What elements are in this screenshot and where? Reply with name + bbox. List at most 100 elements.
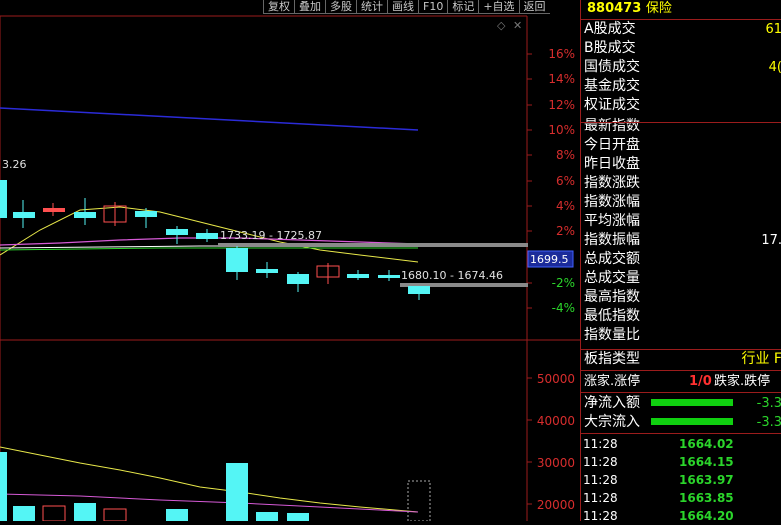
vol-ma10-line [0,493,419,513]
tick-time: 11:28 [583,509,618,523]
candle [287,274,309,284]
vol-tick-label: 20000 [537,498,575,512]
draw-line-button[interactable]: 画线 [387,0,418,14]
back-button[interactable]: 返回 [518,0,550,14]
vol-tick: 40000 [527,414,575,428]
volume-bar [103,508,127,521]
tick-price: 1664.20 [679,509,734,523]
candle [256,269,278,273]
panel-divider [581,392,781,393]
kline-chart[interactable]: ◇ ✕ 16% 14% 12% 10% 8% 6% 4% 2% -2% -4% … [0,0,580,521]
chart-toolbar: 复权 叠加 多股 统计 画线 F10 标记 +自选 返回 [263,0,550,14]
pct-tick-label: 14% [548,72,575,86]
pct-tick-label: 8% [556,148,575,162]
pct-tick: 16% [527,47,575,61]
close-icon[interactable]: ✕ [513,19,522,32]
tick-row: 11:28 1663.85 [581,489,781,507]
volume-bar [0,452,7,521]
tick-price: 1664.15 [679,455,734,469]
quote-row-label: 总成交额 [584,251,640,267]
down-count-label: 跌家.跌停 [714,374,771,389]
net-inflow-value: -3.3 [756,396,781,411]
candle [0,180,7,218]
quote-row-label: 权证成交 [584,97,640,113]
sector-type-value: 行业 F [741,351,781,367]
candle [378,275,400,278]
candle [347,274,369,278]
pct-tick-label: -4% [552,301,575,315]
block-inflow-bar [651,418,733,425]
pct-axis: 16% 14% 12% 10% 8% 6% 4% 2% -2% -4% [527,47,575,315]
panel-divider [581,370,781,371]
multi-stock-button[interactable]: 多股 [325,0,356,14]
pct-tick-label: 16% [548,47,575,61]
sector-type-label: 板指类型 [584,351,640,367]
quote-row-label: 今日开盘 [584,137,640,153]
pct-tick-label: 10% [548,123,575,137]
quote-row-label: A股成交 [584,21,636,37]
pct-tick: -2% [527,276,575,290]
vol-tick: 20000 [527,498,575,512]
pct-tick: 10% [527,123,575,137]
pct-tick-label: -2% [552,276,575,290]
range-annotation-lower: 1680.10 - 1674.46 [401,269,503,282]
diamond-icon[interactable]: ◇ [497,19,506,32]
overlay-button[interactable]: 叠加 [294,0,325,14]
quote-row-label: B股成交 [584,40,636,56]
pct-tick: 14% [527,72,575,86]
pct-tick: 4% [527,199,575,213]
pct-tick-label: 6% [556,174,575,188]
pct-tick: 8% [527,148,575,162]
tick-row: 11:28 1663.97 [581,471,781,489]
quote-row-label: 指数涨跌 [584,175,640,191]
panel-divider [581,122,781,123]
volume-bar [226,463,248,521]
index-name: 保险 [645,1,672,16]
vol-tick: 30000 [527,456,575,470]
quote-row-value: 17. [761,233,781,248]
volume-bars [0,452,431,521]
pct-tick-label: 2% [556,224,575,238]
restore-rights-button[interactable]: 复权 [263,0,294,14]
volume-bar-current [407,480,431,521]
tick-price: 1663.97 [679,473,734,487]
quote-row-label: 昨日收盘 [584,156,640,172]
net-inflow-label: 净流入额 [584,395,640,411]
volume-bar [74,503,96,521]
mark-button[interactable]: 标记 [447,0,479,14]
volume-bar [256,512,278,521]
pct-tick-label: 4% [556,199,575,213]
candle [408,286,430,294]
quote-row-label: 总成交量 [584,270,640,286]
statistics-button[interactable]: 统计 [356,0,387,14]
panel-header: 880473 保险 [587,0,672,17]
price-label-left: 3.26 [2,158,27,171]
tick-time: 11:28 [583,437,618,451]
quote-row-label: 最新指数 [584,118,640,134]
quote-row-label: 指数振幅 [584,232,640,248]
ma-long-line [0,107,419,131]
candle [135,211,157,217]
volume-bar [42,505,66,521]
tick-row: 11:28 1664.15 [581,453,781,471]
quote-row-label: 指数涨幅 [584,194,640,210]
quote-row-label: 国债成交 [584,59,640,75]
quote-row-label: 平均涨幅 [584,213,640,229]
volume-bar [287,513,309,521]
quote-panel: 880473 保险 A股成交 61 B股成交 国债成交 4(基金成交 权证成交 最新指数 今日… [580,0,781,523]
pct-tick: 12% [527,98,575,112]
pct-tick: 6% [527,174,575,188]
f10-button[interactable]: F10 [418,0,448,14]
quote-row-value: 4( [768,60,781,75]
up-down-ratio: 1/0 [689,374,712,389]
add-watchlist-button[interactable]: +自选 [478,0,519,14]
candlesticks [0,180,430,300]
quote-row-label: 最高指数 [584,289,640,305]
vol-tick: 50000 [527,372,575,386]
tick-row: 11:28 1664.02 [581,435,781,453]
quote-row-label: 基金成交 [584,78,640,94]
vol-tick-label: 50000 [537,372,575,386]
current-price-tag: 1699.5 [530,253,569,266]
pct-tick: 2% [527,224,575,238]
vol-tick-label: 30000 [537,456,575,470]
